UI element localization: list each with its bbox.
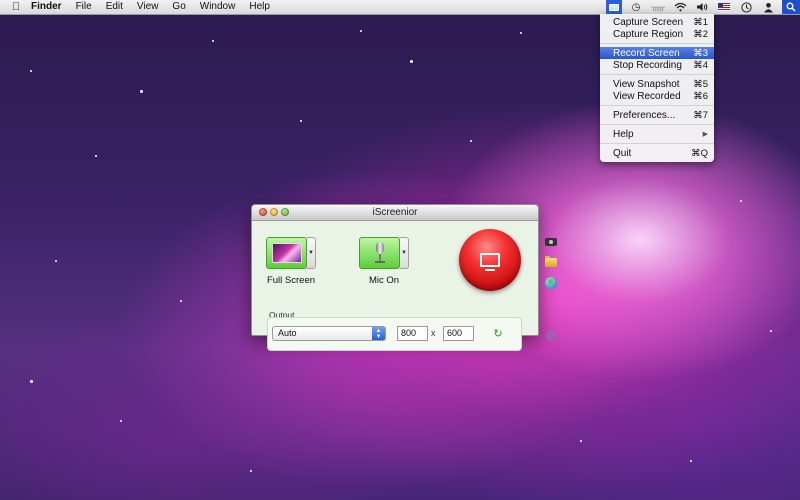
record-button[interactable]: [459, 229, 521, 291]
mic-dropdown-arrow[interactable]: ▼: [400, 237, 409, 269]
mic-label: Mic On: [368, 275, 400, 286]
iscreenior-window: iScreenior ▼ Full Screen ▼ Mic On ⚙ Outp…: [251, 204, 557, 351]
star: [580, 440, 582, 442]
menu-item-view-snapshot[interactable]: View Snapshot ⌘5: [600, 78, 714, 90]
full-screen-label: Full Screen: [266, 275, 316, 286]
output-select[interactable]: Auto ▲ ▼: [272, 326, 386, 341]
star: [55, 260, 57, 262]
star: [470, 140, 472, 142]
menu-bar:  Finder File Edit View Go Window Help ◷…: [0, 0, 800, 15]
minimize-button[interactable]: [270, 208, 278, 216]
star: [740, 200, 742, 202]
updown-arrows-icon: ▲ ▼: [372, 327, 385, 340]
star: [95, 155, 97, 157]
star: [180, 300, 182, 302]
menu-item-stop-recording[interactable]: Stop Recording ⌘4: [600, 59, 714, 71]
menu-item-capture-region[interactable]: Capture Region ⌘2: [600, 28, 714, 40]
submenu-arrow-icon: ▶: [702, 131, 708, 138]
monitor-icon: [480, 253, 500, 271]
menu-view[interactable]: View: [130, 0, 166, 14]
menu-window[interactable]: Window: [193, 0, 243, 14]
full-screen-dropdown-arrow[interactable]: ▼: [307, 237, 316, 269]
window-titlebar[interactable]: iScreenior: [252, 205, 538, 221]
menu-item-help[interactable]: Help ▶: [600, 128, 714, 140]
folder-icon[interactable]: [544, 255, 558, 269]
clock-icon[interactable]: [738, 0, 754, 14]
close-button[interactable]: [259, 208, 267, 216]
zoom-button[interactable]: [281, 208, 289, 216]
menu-item-record-screen[interactable]: Record Screen ⌘3: [600, 47, 714, 59]
menu-separator: [600, 124, 714, 125]
star: [30, 70, 32, 72]
status-area: ◷ ᚅ: [603, 0, 800, 14]
globe-icon[interactable]: [544, 276, 558, 290]
spotlight-icon[interactable]: [782, 0, 800, 14]
star: [690, 460, 692, 462]
menu-go[interactable]: Go: [165, 0, 192, 14]
width-field[interactable]: 800: [397, 326, 428, 341]
star: [140, 90, 143, 93]
refresh-icon[interactable]: ↻: [492, 328, 504, 340]
menu-help[interactable]: Help: [242, 0, 277, 14]
time-machine-icon[interactable]: ◷: [628, 0, 644, 14]
output-group: Auto ▲ ▼ 800 x 600 ↻: [267, 317, 522, 351]
user-icon[interactable]: [760, 0, 776, 14]
window-body: ▼ Full Screen ▼ Mic On ⚙ Output Auto ▲ ▼ …: [252, 221, 557, 351]
microphone-icon: [374, 242, 386, 264]
star: [300, 120, 302, 122]
wifi-icon[interactable]: [672, 0, 688, 14]
star: [360, 30, 362, 32]
star: [30, 380, 33, 383]
window-title: iScreenior: [372, 207, 418, 218]
menu-edit[interactable]: Edit: [99, 0, 130, 14]
star: [120, 420, 122, 422]
height-field[interactable]: 600: [443, 326, 474, 341]
star: [770, 330, 772, 332]
menu-separator: [600, 74, 714, 75]
menu-item-preferences[interactable]: Preferences... ⌘7: [600, 109, 714, 121]
screen-thumbnail-icon: [271, 243, 302, 263]
iscreenior-dropdown-menu: Capture Screen ⌘1 Capture Region ⌘2 Record…: [600, 14, 714, 162]
menu-item-view-recorded[interactable]: View Recorded ⌘6: [600, 90, 714, 102]
star: [410, 60, 413, 63]
star: [212, 40, 214, 42]
menu-separator: [600, 105, 714, 106]
menu-item-quit[interactable]: Quit ⌘Q: [600, 147, 714, 159]
us-flag-icon[interactable]: [716, 0, 732, 14]
star: [520, 32, 522, 34]
iscreenior-menu-icon[interactable]: [606, 0, 622, 14]
menu-item-capture-screen[interactable]: Capture Screen ⌘1: [600, 16, 714, 28]
apple-icon[interactable]: : [8, 1, 24, 13]
camera-icon[interactable]: [544, 235, 558, 249]
menu-separator: [600, 143, 714, 144]
volume-icon[interactable]: [694, 0, 710, 14]
star: [250, 470, 252, 472]
menu-file[interactable]: File: [69, 0, 99, 14]
full-screen-button[interactable]: [266, 237, 307, 269]
mic-button[interactable]: [359, 237, 400, 269]
bluetooth-icon[interactable]: ᚅ: [650, 0, 666, 14]
menu-finder[interactable]: Finder: [24, 0, 69, 14]
output-select-value: Auto: [278, 328, 297, 338]
menu-separator: [600, 43, 714, 44]
dimension-separator: x: [431, 328, 436, 338]
gear-icon[interactable]: ⚙: [544, 329, 558, 343]
